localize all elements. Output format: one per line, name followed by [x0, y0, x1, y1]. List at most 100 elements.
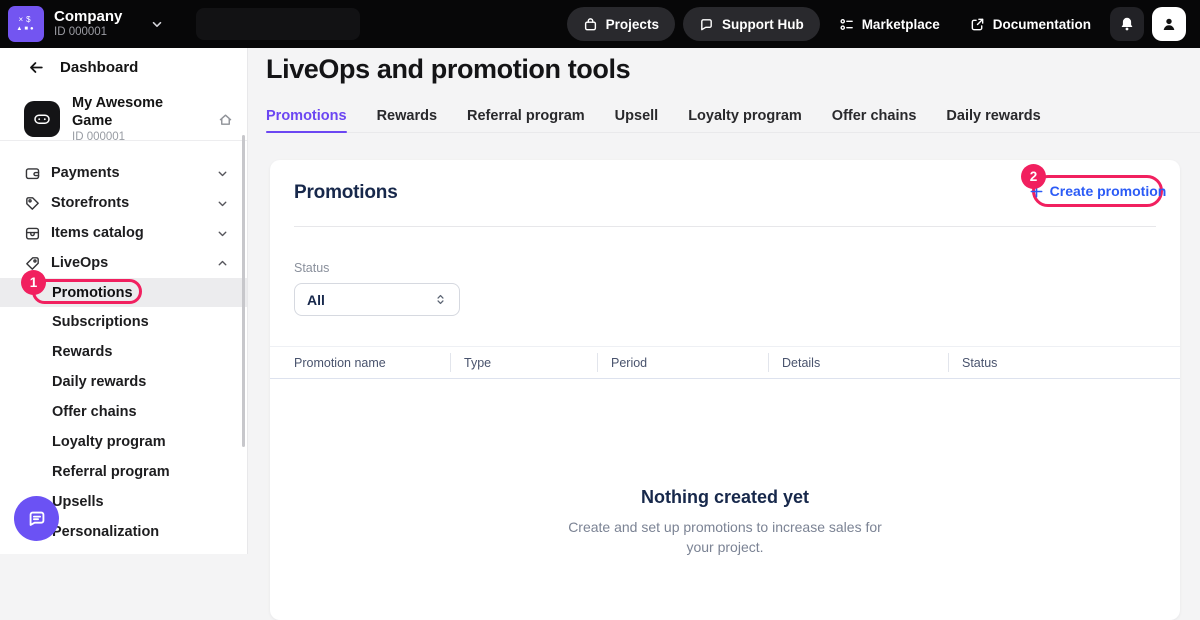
status-select[interactable]: All — [294, 283, 460, 316]
chevron-down-icon — [216, 197, 229, 210]
tab-offer-chains[interactable]: Offer chains — [832, 100, 917, 132]
annotation-highlight-create: 2 Create promotion — [1032, 175, 1163, 207]
box-icon — [24, 225, 41, 242]
sidebar-item-label: Payments — [51, 165, 120, 181]
documentation-label: Documentation — [993, 17, 1091, 32]
sidebar-item-items-catalog[interactable]: Items catalog — [0, 218, 247, 248]
external-link-icon — [970, 17, 985, 32]
project-name: My Awesome Game — [72, 94, 206, 130]
sidebar-item-rewards[interactable]: Rewards — [0, 337, 247, 367]
promotions-card: Promotions 2 Create promotion Status All — [270, 160, 1180, 620]
tab-referral-program[interactable]: Referral program — [467, 100, 585, 132]
back-to-dashboard[interactable]: Dashboard — [28, 59, 138, 76]
sidebar-item-subscriptions[interactable]: Subscriptions — [0, 307, 247, 337]
marketplace-label: Marketplace — [862, 17, 940, 32]
sidebar-item-daily-rewards[interactable]: Daily rewards — [0, 367, 247, 397]
topbar-empty-slot[interactable] — [196, 8, 360, 40]
page-title: LiveOps and promotion tools — [266, 54, 630, 85]
status-filter-label: Status — [294, 261, 1156, 275]
tab-bar: Promotions Rewards Referral program Upse… — [266, 100, 1200, 133]
card-title: Promotions — [294, 182, 398, 204]
sidebar-item-promotions-active[interactable]: Promotions 1 — [0, 278, 247, 307]
back-label: Dashboard — [60, 59, 138, 76]
main-content: LiveOps and promotion tools Promotions R… — [248, 48, 1200, 554]
sidebar-menu: Payments Storefronts Items catalog — [0, 158, 247, 547]
column-divider — [450, 353, 451, 372]
sidebar-scrollbar[interactable] — [242, 135, 245, 447]
sidebar-item-referral-program[interactable]: Referral program — [0, 457, 247, 487]
topbar: ×$▲■● Company ID 000001 Projects Support… — [0, 0, 1200, 48]
sidebar: Dashboard My Awesome Game ID 000001 Paym… — [0, 48, 248, 554]
marketplace-link[interactable]: Marketplace — [839, 17, 940, 32]
empty-state: Nothing created yet Create and set up pr… — [270, 487, 1180, 558]
sidebar-item-label: Storefronts — [51, 195, 129, 211]
sidebar-item-label: Loyalty program — [52, 434, 166, 450]
tab-daily-rewards[interactable]: Daily rewards — [946, 100, 1040, 132]
sidebar-item-label: Referral program — [52, 464, 170, 480]
select-stepper-icon — [434, 293, 447, 306]
sidebar-item-label: Subscriptions — [52, 314, 149, 330]
sidebar-item-label: LiveOps — [51, 255, 108, 271]
sidebar-item-liveops[interactable]: LiveOps — [0, 248, 247, 278]
chevron-down-icon — [216, 167, 229, 180]
tab-upsell[interactable]: Upsell — [615, 100, 659, 132]
column-divider — [768, 353, 769, 372]
chat-lines-icon — [26, 508, 48, 530]
projects-button[interactable]: Projects — [567, 7, 675, 41]
sidebar-item-label: Rewards — [52, 344, 112, 360]
empty-state-title: Nothing created yet — [270, 487, 1180, 508]
status-filter: Status All — [270, 227, 1180, 316]
sidebar-item-label: Promotions — [52, 285, 133, 301]
support-hub-button[interactable]: Support Hub — [683, 7, 820, 41]
sidebar-item-label: Upsells — [52, 494, 104, 510]
gamepad-icon — [24, 101, 60, 137]
documentation-link[interactable]: Documentation — [970, 17, 1091, 32]
column-header-period: Period — [597, 347, 768, 378]
wallet-icon — [24, 165, 41, 182]
chevron-down-icon — [216, 227, 229, 240]
empty-state-subtitle: Create and set up promotions to increase… — [565, 517, 885, 558]
sidebar-item-label: Personalization — [52, 524, 159, 540]
topbar-nav: Projects Support Hub Marketplace Documen… — [567, 7, 1186, 41]
tab-loyalty-program[interactable]: Loyalty program — [688, 100, 802, 132]
notifications-button[interactable] — [1110, 7, 1144, 41]
projects-label: Projects — [606, 17, 659, 32]
back-arrow-icon — [28, 59, 45, 76]
column-divider — [948, 353, 949, 372]
tag-icon — [24, 195, 41, 212]
sidebar-item-label: Items catalog — [51, 225, 144, 241]
support-hub-label: Support Hub — [722, 17, 804, 32]
project-id: ID 000001 — [72, 130, 206, 144]
sidebar-item-offer-chains[interactable]: Offer chains — [0, 397, 247, 427]
column-header-details: Details — [768, 347, 948, 378]
chat-fab-button[interactable] — [14, 496, 59, 541]
sidebar-item-payments[interactable]: Payments — [0, 158, 247, 188]
annotation-step-2-badge: 2 — [1021, 164, 1046, 189]
tab-rewards[interactable]: Rewards — [377, 100, 437, 132]
sidebar-item-loyalty-program[interactable]: Loyalty program — [0, 427, 247, 457]
project-switcher[interactable]: My Awesome Game ID 000001 — [24, 94, 233, 145]
sidebar-item-storefronts[interactable]: Storefronts — [0, 188, 247, 218]
create-promotion-button[interactable]: Create promotion — [1029, 183, 1167, 199]
sidebar-item-label: Daily rewards — [52, 374, 146, 390]
chevron-up-icon — [216, 257, 229, 270]
projects-icon — [583, 17, 598, 32]
status-select-value: All — [307, 292, 325, 308]
chevron-down-icon — [150, 17, 164, 31]
sidebar-item-label: Offer chains — [52, 404, 137, 420]
company-name: Company — [54, 8, 122, 26]
company-logo-icon: ×$▲■● — [8, 6, 44, 42]
account-button[interactable] — [1152, 7, 1186, 41]
column-divider — [597, 353, 598, 372]
company-id: ID 000001 — [54, 26, 122, 40]
chat-bubble-icon — [699, 17, 714, 32]
table-header-row: Promotion name Type Period Details Statu… — [270, 346, 1180, 379]
company-switcher[interactable]: ×$▲■● Company ID 000001 — [0, 6, 164, 42]
tab-promotions[interactable]: Promotions — [266, 100, 347, 132]
person-icon — [1161, 16, 1177, 32]
liveops-tag-icon — [24, 255, 41, 272]
column-header-status: Status — [948, 347, 1156, 378]
home-icon[interactable] — [218, 112, 233, 127]
bell-icon — [1119, 16, 1135, 32]
create-promotion-label: Create promotion — [1050, 183, 1167, 199]
